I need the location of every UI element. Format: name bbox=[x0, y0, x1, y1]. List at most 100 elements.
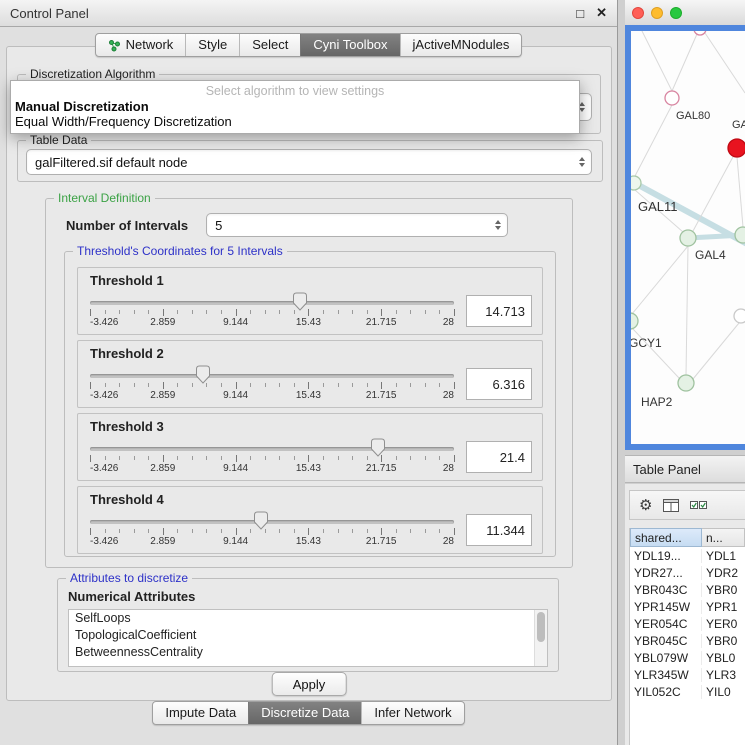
dropdown-option-manual-discretization[interactable]: Manual Discretization bbox=[11, 99, 579, 114]
tab-label: Discretize Data bbox=[261, 705, 349, 721]
cell-name: YBR0 bbox=[702, 583, 745, 597]
cell-name: YLR3 bbox=[702, 668, 745, 682]
network-edge[interactable] bbox=[672, 34, 697, 91]
tick-label: 21.715 bbox=[366, 390, 397, 401]
network-node[interactable] bbox=[694, 31, 706, 35]
network-edge[interactable] bbox=[686, 246, 688, 375]
minimize-traffic-light-icon[interactable] bbox=[651, 7, 663, 19]
dropdown-option-equal-width-frequency[interactable]: Equal Width/Frequency Discretization bbox=[11, 114, 579, 129]
control-panel-titlebar: Control Panel □ ✕ bbox=[0, 0, 617, 27]
dropdown-prompt: Select algorithm to view settings bbox=[11, 83, 579, 99]
slider-track[interactable] bbox=[90, 447, 454, 451]
column-header-name[interactable]: n... bbox=[702, 528, 745, 547]
slider-track[interactable] bbox=[90, 374, 454, 378]
table-data-select[interactable]: galFiltered.sif default node bbox=[26, 149, 592, 175]
tab-select[interactable]: Select bbox=[239, 34, 300, 56]
list-item[interactable]: TopologicalCoefficient bbox=[69, 627, 547, 644]
threshold-slider[interactable]: -3.4262.8599.14415.4321.71528 bbox=[90, 289, 454, 333]
window-title: Control Panel bbox=[10, 6, 89, 21]
tab-discretize-data[interactable]: Discretize Data bbox=[248, 702, 361, 724]
algorithm-dropdown-popup: Select algorithm to view settings Manual… bbox=[10, 80, 580, 134]
group-title: Interval Definition bbox=[54, 191, 155, 205]
close-icon[interactable]: ✕ bbox=[596, 5, 607, 21]
network-node[interactable] bbox=[728, 139, 745, 157]
threshold-value-field[interactable]: 6.316 bbox=[466, 368, 532, 400]
column-header-shared-name[interactable]: shared... bbox=[630, 528, 702, 547]
tick-label: 21.715 bbox=[366, 317, 397, 328]
tick-label: 15.43 bbox=[296, 536, 321, 547]
tab-jactivemnodules[interactable]: jActiveMNodules bbox=[400, 34, 522, 56]
table-panel-window: ⚙ shared... n... YDL19...YDL1YDR27...YDR… bbox=[625, 484, 745, 745]
slider-ticks bbox=[90, 382, 454, 390]
threshold-slider[interactable]: -3.4262.8599.14415.4321.71528 bbox=[90, 362, 454, 406]
float-window-icon[interactable]: □ bbox=[576, 6, 584, 21]
table-row[interactable]: YIL052CYIL0 bbox=[630, 683, 745, 700]
list-item[interactable]: BetweennessCentrality bbox=[69, 644, 547, 661]
tick-label: 15.43 bbox=[296, 463, 321, 474]
tick-label: 28 bbox=[443, 463, 454, 474]
table-panel-titlebar: Table Panel bbox=[625, 455, 745, 483]
number-of-intervals-value: 5 bbox=[215, 218, 222, 233]
cell-name: YER0 bbox=[702, 617, 745, 631]
cell-shared-name: YIL052C bbox=[630, 685, 702, 699]
select-columns-icon[interactable] bbox=[690, 501, 707, 510]
network-canvas[interactable]: GAL80GAGAL11GAL4GCY1HAP2 bbox=[631, 31, 745, 444]
threshold-value-field[interactable]: 14.713 bbox=[466, 295, 532, 327]
network-node[interactable] bbox=[680, 230, 696, 246]
network-node[interactable] bbox=[735, 227, 745, 243]
main-tabbar: Network Style Select Cyni Toolbox jActiv… bbox=[0, 33, 617, 57]
table-row[interactable]: YPR145WYPR1 bbox=[630, 598, 745, 615]
table-row[interactable]: YER054CYER0 bbox=[630, 615, 745, 632]
tab-style[interactable]: Style bbox=[185, 34, 239, 56]
network-edge[interactable] bbox=[693, 323, 739, 379]
threshold-value-field[interactable]: 21.4 bbox=[466, 441, 532, 473]
table-row[interactable]: YLR345WYLR3 bbox=[630, 666, 745, 683]
network-node[interactable] bbox=[631, 313, 638, 329]
network-edge[interactable] bbox=[635, 105, 672, 176]
gear-icon[interactable]: ⚙ bbox=[639, 498, 652, 513]
network-canvas-border: GAL80GAGAL11GAL4GCY1HAP2 bbox=[625, 25, 745, 450]
network-edge[interactable] bbox=[737, 157, 743, 227]
table-row[interactable]: YBL079WYBL0 bbox=[630, 649, 745, 666]
tab-infer-network[interactable]: Infer Network bbox=[361, 702, 463, 724]
group-title: Discretization Algorithm bbox=[26, 67, 159, 81]
table-row[interactable]: YBR043CYBR0 bbox=[630, 581, 745, 598]
tab-impute-data[interactable]: Impute Data bbox=[153, 702, 248, 724]
threshold-slider[interactable]: -3.4262.8599.14415.4321.71528 bbox=[90, 508, 454, 552]
apply-button[interactable]: Apply bbox=[272, 672, 347, 696]
tab-label: Style bbox=[198, 37, 227, 53]
close-traffic-light-icon[interactable] bbox=[632, 7, 644, 19]
slider-track[interactable] bbox=[90, 301, 454, 305]
network-node[interactable] bbox=[665, 91, 679, 105]
network-edge[interactable] bbox=[632, 246, 688, 314]
list-scrollbar[interactable] bbox=[534, 610, 547, 666]
table-data-selected-value: galFiltered.sif default node bbox=[35, 155, 187, 170]
table-row[interactable]: YDL19...YDL1 bbox=[630, 547, 745, 564]
scrollbar-thumb[interactable] bbox=[537, 612, 545, 642]
slider-track[interactable] bbox=[90, 520, 454, 524]
tab-cyni-toolbox[interactable]: Cyni Toolbox bbox=[300, 34, 399, 56]
table-row[interactable]: YDR27...YDR2 bbox=[630, 564, 745, 581]
threshold-label: Threshold 1 bbox=[90, 273, 532, 289]
network-edge[interactable] bbox=[639, 31, 672, 91]
list-item[interactable]: SelfLoops bbox=[69, 610, 547, 627]
tab-network[interactable]: Network bbox=[96, 34, 186, 56]
table-row[interactable]: YBR045CYBR0 bbox=[630, 632, 745, 649]
network-node[interactable] bbox=[734, 309, 745, 323]
threshold-value-field[interactable]: 11.344 bbox=[466, 514, 532, 546]
network-edge[interactable] bbox=[705, 33, 745, 93]
node-label: GAL4 bbox=[695, 248, 726, 262]
cell-name: YPR1 bbox=[702, 600, 745, 614]
group-title: Table Data bbox=[26, 133, 91, 147]
network-node[interactable] bbox=[678, 375, 694, 391]
network-node[interactable] bbox=[631, 176, 641, 190]
number-of-intervals-select[interactable]: 5 bbox=[206, 213, 508, 237]
tick-label: -3.426 bbox=[90, 463, 118, 474]
threshold-slider[interactable]: -3.4262.8599.14415.4321.71528 bbox=[90, 435, 454, 479]
columns-icon[interactable] bbox=[663, 499, 679, 512]
tick-label: 21.715 bbox=[366, 463, 397, 474]
tick-label: 9.144 bbox=[223, 536, 248, 547]
network-edge[interactable] bbox=[693, 155, 734, 231]
interval-definition-group: Interval Definition Number of Intervals … bbox=[45, 198, 573, 568]
zoom-traffic-light-icon[interactable] bbox=[670, 7, 682, 19]
